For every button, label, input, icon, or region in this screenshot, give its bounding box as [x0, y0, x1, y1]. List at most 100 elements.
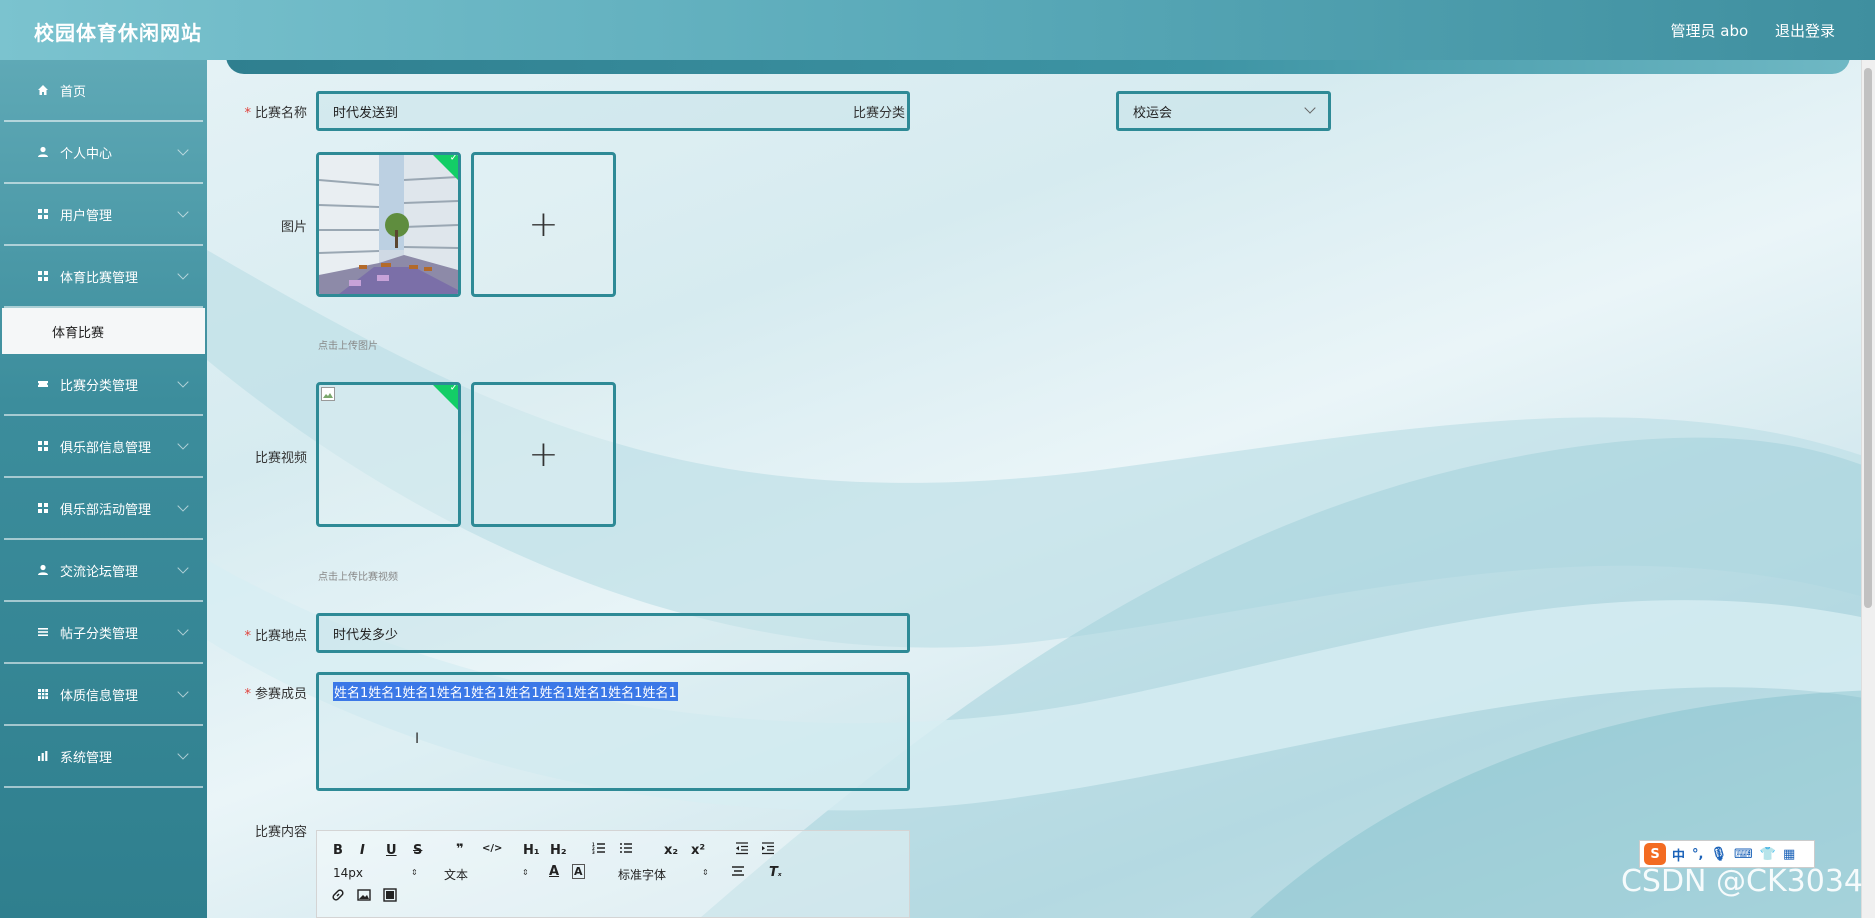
- italic-button[interactable]: I: [360, 843, 365, 858]
- ime-punctuation[interactable]: °,: [1692, 847, 1703, 862]
- microphone-icon[interactable]: 🎙: [1710, 847, 1727, 862]
- grid-icon: [36, 439, 50, 453]
- sidebar-item-home[interactable]: 首页: [4, 60, 203, 122]
- underline-button[interactable]: U: [386, 843, 397, 858]
- ticket-icon: [36, 377, 50, 391]
- sidebar-item-label: 系统管理: [60, 750, 113, 766]
- content-label: 比赛内容: [254, 825, 307, 840]
- sidebar-item-label: 首页: [60, 84, 87, 100]
- add-video-button[interactable]: +: [471, 382, 616, 527]
- sidebar-item-club-info[interactable]: 俱乐部信息管理: [4, 416, 203, 478]
- upload-success-badge: ✓: [429, 382, 458, 414]
- text-type-select[interactable]: 文本: [444, 866, 468, 883]
- sidebar-item-forum[interactable]: 交流论坛管理: [4, 540, 203, 602]
- sidebar-item-label: 用户管理: [60, 208, 113, 224]
- broken-image-icon: [321, 387, 335, 401]
- align-icon[interactable]: [731, 865, 745, 881]
- user-icon: [36, 145, 50, 159]
- h1-button[interactable]: H₁: [523, 843, 540, 858]
- category-select[interactable]: 校运会: [1116, 91, 1331, 131]
- location-input[interactable]: 时代发多少: [316, 613, 910, 653]
- scrollbar-thumb[interactable]: [1864, 68, 1872, 608]
- sidebar-item-label: 个人中心: [60, 146, 113, 162]
- sidebar-item-match-category[interactable]: 比赛分类管理: [4, 354, 203, 416]
- video-upload-hint: 点击上传比赛视频: [318, 572, 398, 583]
- check-icon: ✓: [449, 152, 458, 164]
- sidebar-item-sports-match[interactable]: 体育比赛管理: [4, 246, 203, 308]
- ime-language[interactable]: 中: [1672, 845, 1685, 864]
- chevron-down-icon: [177, 748, 189, 760]
- name-label: * 比赛名称: [244, 106, 307, 121]
- font-color-icon[interactable]: A: [549, 864, 559, 879]
- members-textarea[interactable]: 姓名1姓名1姓名1姓名1姓名1姓名1姓名1姓名1姓名1姓名1 I: [316, 672, 910, 791]
- bullet-list-icon[interactable]: [619, 841, 633, 859]
- sidebar-item-club-activity[interactable]: 俱乐部活动管理: [4, 478, 203, 540]
- superscript-button[interactable]: x²: [691, 843, 705, 858]
- chevron-down-icon: [177, 206, 189, 218]
- submenu-item-sports-match[interactable]: 体育比赛: [2, 308, 205, 354]
- members-label: * 参赛成员: [244, 687, 307, 702]
- user-label[interactable]: 管理员 abo: [1671, 22, 1749, 40]
- logout-link[interactable]: 退出登录: [1775, 22, 1835, 40]
- header-user-area: 管理员 abo 退出登录: [1649, 20, 1835, 41]
- uploaded-video-thumbnail[interactable]: ✓: [316, 382, 461, 527]
- chevron-down-icon: [177, 376, 189, 388]
- grid-icon: [36, 501, 50, 515]
- watermark: CSDN @CK3034: [1620, 864, 1863, 899]
- sogou-logo-icon: S: [1644, 843, 1666, 865]
- sidebar-item-label: 体育比赛管理: [60, 270, 139, 286]
- grid-icon: [36, 207, 50, 221]
- sidebar-item-label: 比赛分类管理: [60, 378, 139, 394]
- font-family-select[interactable]: 标准字体: [618, 866, 666, 883]
- category-label: 比赛分类: [852, 106, 905, 121]
- sidebar-item-users[interactable]: 用户管理: [4, 184, 203, 246]
- list-icon: [36, 625, 50, 639]
- sidebar-item-fitness-info[interactable]: 体质信息管理: [4, 664, 203, 726]
- sidebar-item-system[interactable]: 系统管理: [4, 726, 203, 788]
- apps-grid-icon[interactable]: ▦: [1783, 847, 1795, 862]
- sidebar-item-personal[interactable]: 个人中心: [4, 122, 203, 184]
- check-icon: ✓: [449, 382, 458, 394]
- keyboard-icon[interactable]: ⌨: [1734, 847, 1753, 862]
- sidebar-item-label: 俱乐部活动管理: [60, 502, 152, 518]
- clear-format-icon[interactable]: Tₓ: [769, 865, 782, 880]
- skin-icon[interactable]: 👕: [1760, 847, 1776, 862]
- video-icon[interactable]: [383, 888, 397, 906]
- sidebar-item-post-category[interactable]: 帖子分类管理: [4, 602, 203, 664]
- chevron-updown-icon: ⇕: [522, 868, 529, 877]
- image-icon[interactable]: [357, 888, 371, 906]
- outdent-icon[interactable]: [735, 841, 749, 859]
- font-size-select[interactable]: 14px: [333, 866, 363, 880]
- indent-icon[interactable]: [761, 841, 775, 859]
- category-selected-value: 校运会: [1133, 105, 1173, 121]
- grid-icon: [36, 269, 50, 283]
- h2-button[interactable]: H₂: [550, 843, 567, 858]
- sidebar: 首页 个人中心 用户管理 体育比赛管理 体育比赛 比赛分类管理 俱乐部信息管理 …: [0, 60, 207, 918]
- quote-button[interactable]: ❞: [456, 842, 464, 857]
- uploaded-image-thumbnail[interactable]: ✓: [316, 152, 461, 297]
- background-color-icon[interactable]: A: [572, 864, 585, 879]
- video-label: 比赛视频: [254, 451, 307, 466]
- subscript-button[interactable]: x₂: [664, 843, 678, 858]
- chevron-updown-icon: ⇕: [411, 868, 418, 877]
- chevron-down-icon: [177, 144, 189, 156]
- code-button[interactable]: </>: [482, 843, 502, 854]
- chevron-down-icon: [177, 624, 189, 636]
- bar-chart-icon: [36, 749, 50, 763]
- bold-button[interactable]: B: [333, 843, 343, 858]
- link-icon[interactable]: [331, 888, 345, 906]
- chevron-down-icon: [177, 562, 189, 574]
- user-icon: [36, 563, 50, 577]
- add-image-button[interactable]: +: [471, 152, 616, 297]
- site-title: 校园体育休闲网站: [34, 21, 202, 45]
- chevron-down-icon: [177, 268, 189, 280]
- sidebar-item-label: 交流论坛管理: [60, 564, 139, 580]
- sidebar-item-label: 帖子分类管理: [60, 626, 139, 642]
- chevron-down-icon: [177, 500, 189, 512]
- strike-button[interactable]: S: [413, 843, 422, 858]
- selected-members-text: 姓名1姓名1姓名1姓名1姓名1姓名1姓名1姓名1姓名1姓名1: [333, 682, 678, 701]
- ordered-list-icon[interactable]: 123: [592, 841, 606, 859]
- chevron-down-icon: [177, 686, 189, 698]
- svg-text:3: 3: [592, 850, 595, 855]
- rich-text-editor[interactable]: B I U S ❞ </> H₁ H₂ 123 x₂ x² 14px ⇕ 文本 …: [316, 830, 910, 918]
